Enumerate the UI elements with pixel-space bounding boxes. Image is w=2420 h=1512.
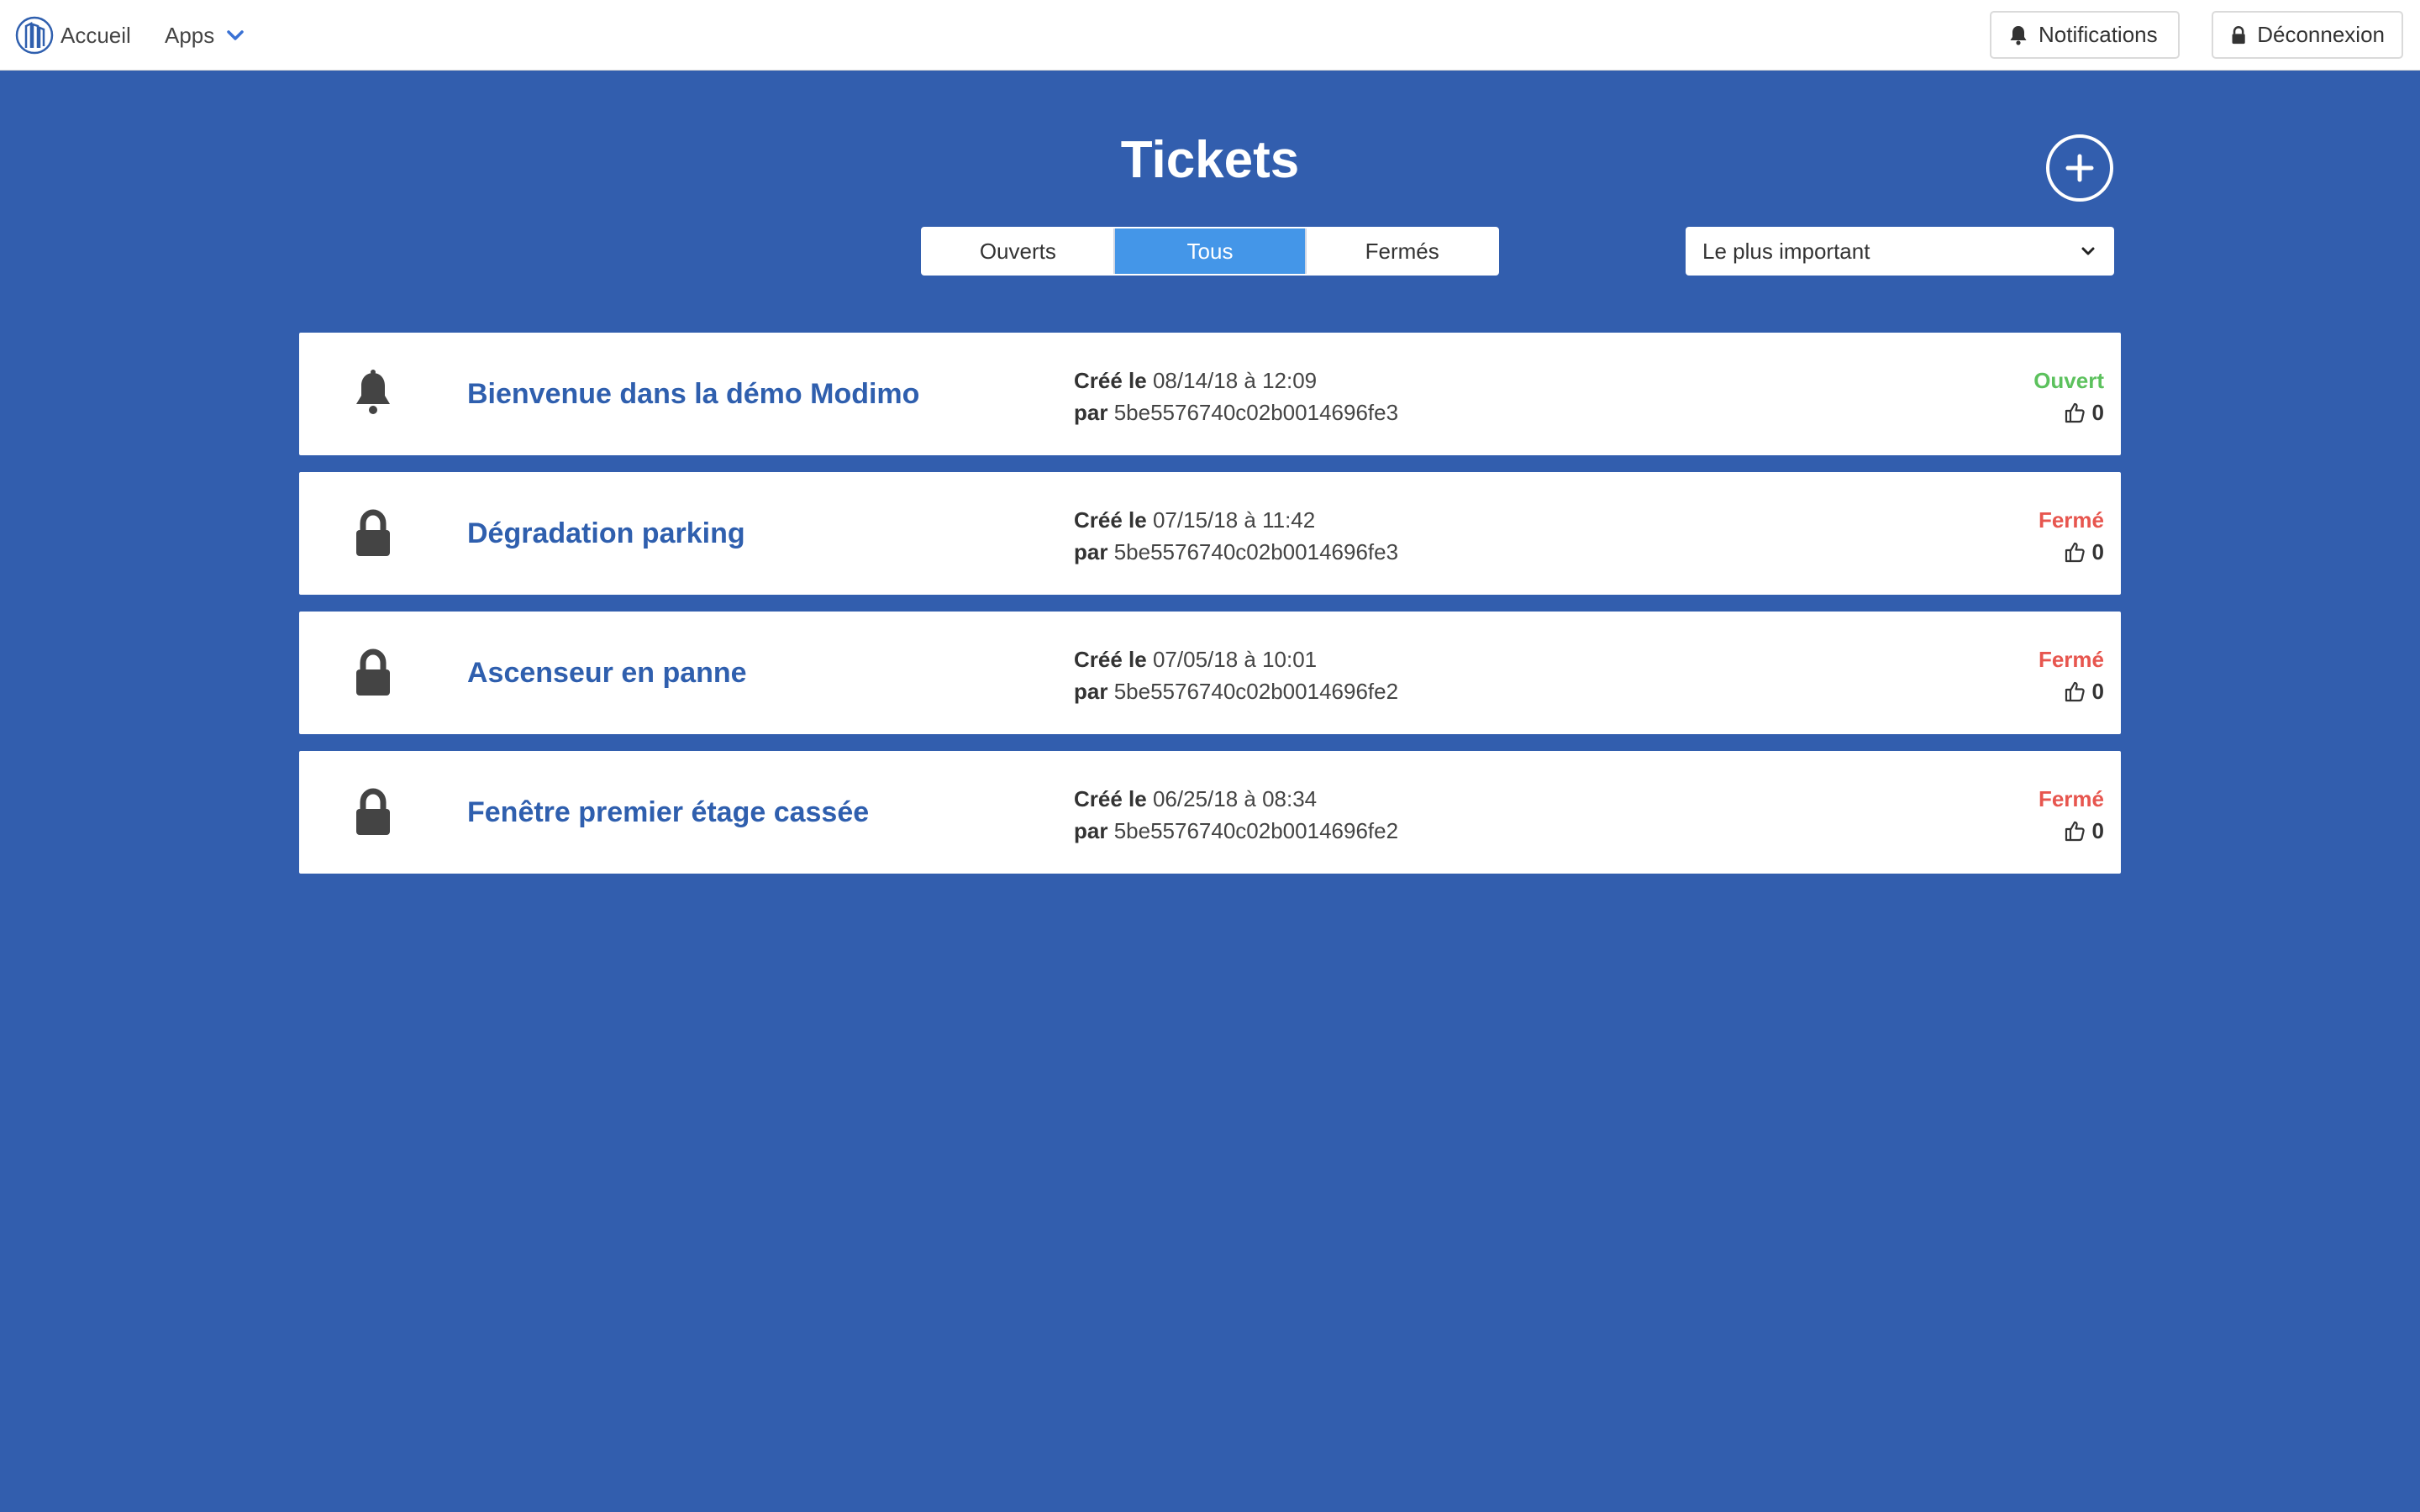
status-badge: Ouvert: [2033, 368, 2104, 393]
like-count: 0: [2091, 817, 2104, 843]
status-badge: Fermé: [2038, 647, 2104, 672]
thumbs-up-icon: [2065, 681, 2085, 702]
status-badge: Fermé: [2038, 507, 2104, 533]
status-badge: Fermé: [2038, 786, 2104, 811]
lock-icon: [2232, 25, 2245, 44]
like-counter[interactable]: 0: [2064, 396, 2104, 428]
home-label: Accueil: [60, 22, 131, 48]
ticket-author: 5be5576740c02b0014696fe2: [1113, 818, 1399, 843]
created-label: Créé le: [1074, 507, 1147, 533]
filter-closed-tab[interactable]: Fermés: [1307, 228, 1497, 274]
ticket-meta: Créé le 08/14/18 à 12:09 par 5be5576740c…: [1074, 365, 1398, 428]
ticket-author: 5be5576740c02b0014696fe3: [1113, 539, 1399, 564]
chevron-down-icon: [2081, 247, 2095, 255]
home-link[interactable]: Accueil: [15, 15, 131, 55]
ticket-card[interactable]: Ascenseur en panne Créé le 07/05/18 à 10…: [299, 612, 2121, 734]
filter-open-tab[interactable]: Ouverts: [923, 228, 1115, 274]
logout-label: Déconnexion: [2257, 22, 2385, 47]
ticket-title[interactable]: Ascenseur en panne: [467, 612, 747, 734]
author-label: par: [1074, 679, 1108, 704]
ticket-date: 06/25/18 à 08:34: [1152, 786, 1318, 811]
ticket-list: Bienvenue dans la démo Modimo Créé le 08…: [299, 333, 2121, 890]
ticket-title[interactable]: Bienvenue dans la démo Modimo: [467, 333, 919, 455]
ticket-card[interactable]: Dégradation parking Créé le 07/15/18 à 1…: [299, 472, 2121, 595]
modimo-logo-icon: [15, 16, 54, 55]
sort-select-value: Le plus important: [1702, 238, 1870, 264]
sort-select[interactable]: Le plus important: [1686, 227, 2114, 276]
lock-icon: [356, 648, 390, 696]
like-counter[interactable]: 0: [2064, 675, 2104, 707]
notifications-label: Notifications: [2039, 22, 2158, 47]
thumbs-up-icon: [2065, 402, 2085, 423]
ticket-meta: Créé le 07/15/18 à 11:42 par 5be5576740c…: [1074, 504, 1398, 568]
like-count: 0: [2091, 538, 2104, 564]
like-count: 0: [2091, 678, 2104, 704]
author-label: par: [1074, 539, 1108, 564]
ticket-author: 5be5576740c02b0014696fe2: [1113, 679, 1399, 704]
status-filter: Ouverts Tous Fermés: [921, 227, 1499, 276]
lock-icon: [356, 788, 390, 835]
author-label: par: [1074, 400, 1108, 425]
author-label: par: [1074, 818, 1108, 843]
filter-all-tab[interactable]: Tous: [1114, 228, 1307, 274]
page-title: Tickets: [1120, 131, 1300, 189]
like-counter[interactable]: 0: [2064, 536, 2104, 568]
thumbs-up-icon: [2065, 821, 2085, 842]
ticket-title[interactable]: Dégradation parking: [467, 472, 745, 595]
ticket-title[interactable]: Fenêtre premier étage cassée: [467, 751, 869, 874]
like-count: 0: [2091, 399, 2104, 425]
apps-label: Apps: [165, 22, 215, 48]
logout-button[interactable]: Déconnexion: [2212, 11, 2403, 59]
bell-icon: [356, 370, 390, 414]
created-label: Créé le: [1074, 368, 1147, 393]
ticket-date: 07/15/18 à 11:42: [1152, 507, 1316, 533]
created-label: Créé le: [1074, 786, 1147, 811]
ticket-meta: Créé le 06/25/18 à 08:34 par 5be5576740c…: [1074, 783, 1398, 847]
created-label: Créé le: [1074, 647, 1147, 672]
ticket-author: 5be5576740c02b0014696fe3: [1113, 400, 1399, 425]
plus-icon: [2065, 154, 2094, 182]
ticket-date: 08/14/18 à 12:09: [1152, 368, 1318, 393]
like-counter[interactable]: 0: [2064, 815, 2104, 847]
add-ticket-button[interactable]: [2046, 134, 2113, 202]
thumbs-up-icon: [2065, 542, 2085, 563]
bell-icon: [2010, 25, 2027, 45]
ticket-date: 07/05/18 à 10:01: [1152, 647, 1318, 672]
apps-dropdown[interactable]: Apps: [165, 15, 246, 55]
top-navbar: Accueil Apps Notifications Déconnexion: [0, 0, 2420, 71]
ticket-meta: Créé le 07/05/18 à 10:01 par 5be5576740c…: [1074, 643, 1398, 707]
ticket-card[interactable]: Bienvenue dans la démo Modimo Créé le 08…: [299, 333, 2121, 455]
chevron-down-icon: [227, 30, 245, 40]
notifications-button[interactable]: Notifications: [1990, 11, 2180, 59]
ticket-card[interactable]: Fenêtre premier étage cassée Créé le 06/…: [299, 751, 2121, 874]
lock-icon: [356, 509, 390, 556]
